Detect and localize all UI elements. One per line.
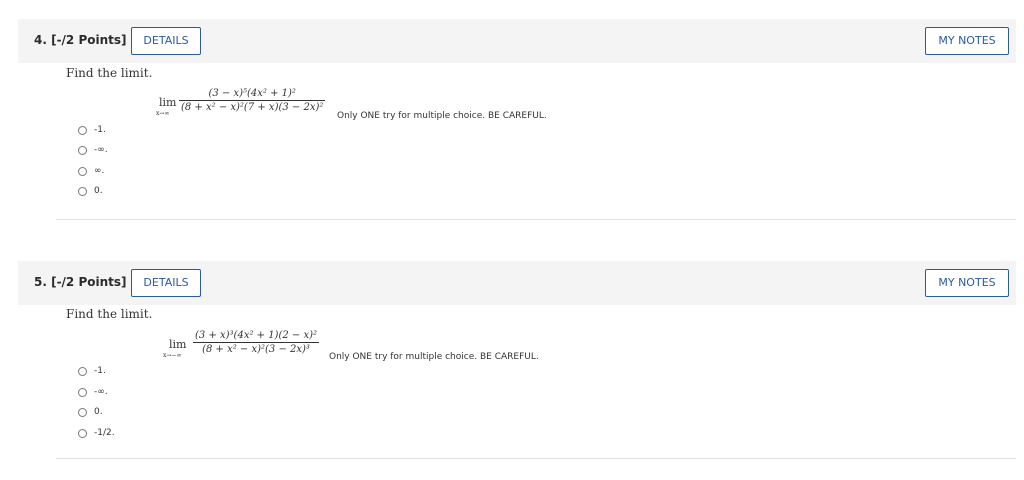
lim-subscript: x→∞ (156, 110, 170, 117)
lim-label: lim (159, 96, 177, 109)
question-divider (56, 219, 1016, 220)
radio-button[interactable] (78, 366, 87, 376)
question-5-choice-4[interactable]: -1/2. (78, 426, 115, 440)
question-5-prompt: Find the limit. (66, 307, 153, 321)
question-4-note: Only ONE try for multiple choice. BE CAR… (337, 111, 547, 121)
choice-label: -1. (94, 125, 106, 135)
question-4-denominator: (8 + x² − x)²(7 + x)(3 − 2x)² (181, 102, 324, 113)
question-4-fraction: (3 − x)⁵(4x² + 1)² (8 + x² − x)²(7 + x)(… (179, 88, 326, 113)
question-5-choice-2[interactable]: -∞. (78, 385, 108, 399)
question-5-number: 5. [-/2 Points] (34, 275, 127, 289)
question-5-denominator: (8 + x² − x)²(3 − 2x)³ (202, 344, 310, 355)
question-5-header: 5. [-/2 Points] DETAILS MY NOTES (18, 261, 1016, 305)
choice-label: -1. (94, 366, 106, 376)
choice-label: -1/2. (94, 428, 115, 438)
radio-button[interactable] (78, 407, 87, 417)
choice-label: -∞. (94, 387, 108, 397)
question-5-numerator: (3 + x)³(4x² + 1)(2 − x)² (195, 330, 318, 341)
choice-label: ∞. (94, 166, 105, 176)
radio-button[interactable] (78, 428, 87, 438)
question-4-my-notes-button[interactable]: MY NOTES (925, 27, 1009, 55)
question-5-choice-3[interactable]: 0. (78, 405, 103, 419)
question-5-fraction: (3 + x)³(4x² + 1)(2 − x)² (8 + x² − x)²(… (193, 330, 320, 355)
choice-label: 0. (94, 407, 103, 417)
radio-button[interactable] (78, 387, 87, 397)
question-4-details-button[interactable]: DETAILS (131, 27, 201, 55)
question-5-details-button[interactable]: DETAILS (131, 269, 201, 297)
question-5-choice-1[interactable]: -1. (78, 364, 106, 378)
lim-subscript: x→−∞ (163, 352, 182, 359)
question-4-choice-2[interactable]: -∞. (78, 143, 108, 157)
question-4-prompt: Find the limit. (66, 66, 153, 80)
radio-button[interactable] (78, 166, 87, 176)
radio-button[interactable] (78, 186, 87, 196)
lim-label: lim (169, 338, 187, 351)
question-5-my-notes-button[interactable]: MY NOTES (925, 269, 1009, 297)
radio-button[interactable] (78, 145, 87, 155)
question-4-header: 4. [-/2 Points] DETAILS MY NOTES (18, 19, 1016, 63)
question-4-number: 4. [-/2 Points] (34, 33, 127, 47)
question-4-choice-4[interactable]: 0. (78, 184, 103, 198)
question-divider (56, 458, 1016, 459)
choice-label: -∞. (94, 145, 108, 155)
question-4-choice-1[interactable]: -1. (78, 123, 106, 137)
radio-button[interactable] (78, 125, 87, 135)
question-4-numerator: (3 − x)⁵(4x² + 1)² (208, 88, 296, 99)
choice-label: 0. (94, 186, 103, 196)
question-4-choice-3[interactable]: ∞. (78, 164, 104, 178)
question-5-note: Only ONE try for multiple choice. BE CAR… (329, 352, 539, 362)
